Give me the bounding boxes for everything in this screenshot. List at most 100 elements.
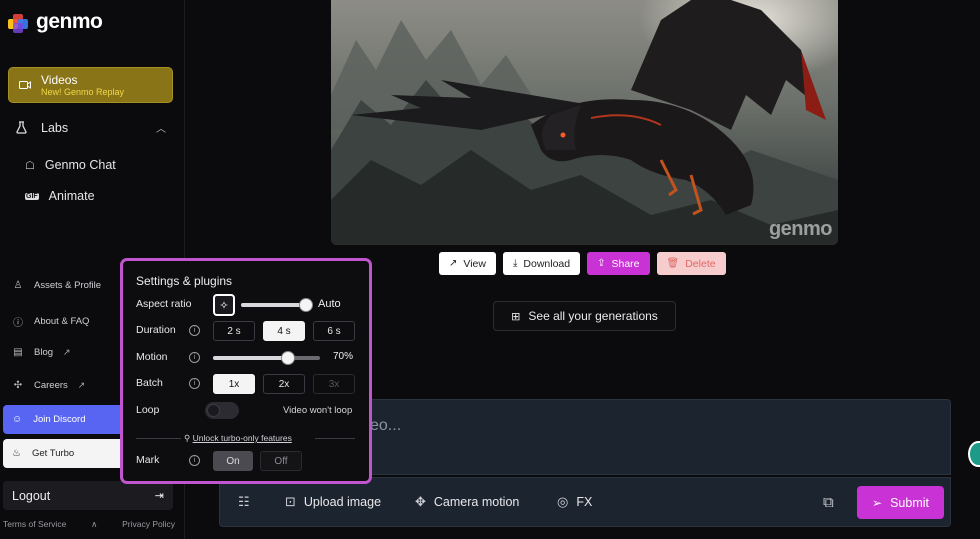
logo-mark-icon <box>8 11 30 33</box>
external-link-icon: ↗ <box>63 347 71 357</box>
blog-icon: ▤ <box>13 347 23 358</box>
share-button[interactable]: ⇪ Share <box>587 252 650 275</box>
nav-careers[interactable]: ✣ Careers ↗ <box>12 380 86 391</box>
aspect-ratio-label: Aspect ratio <box>136 298 192 310</box>
nav-videos-button[interactable]: Videos New! Genmo Replay <box>8 67 173 103</box>
submit-button[interactable]: ➢ Submit <box>857 486 944 519</box>
fx-label: FX <box>576 495 593 509</box>
motion-slider-fill <box>213 356 288 360</box>
external-link-icon: ↗ <box>449 258 458 269</box>
fx-button[interactable]: ◎ FX <box>557 494 592 510</box>
download-label: Download <box>523 257 571 270</box>
settings-toggle-button[interactable]: ☷ <box>238 494 250 510</box>
grid-icon: ⊞ <box>511 310 521 323</box>
motion-value: 70% <box>333 351 354 362</box>
nav-careers-label: Careers <box>34 380 68 391</box>
nav-genmo-chat[interactable]: ☖ Genmo Chat <box>25 158 116 172</box>
duration-option-2s[interactable]: 2 s <box>213 321 255 341</box>
help-widget-tab[interactable] <box>968 441 980 467</box>
motion-info-icon[interactable]: i <box>189 352 200 363</box>
batch-option-3x: 3x <box>313 374 355 394</box>
nav-blog-label: Blog <box>34 347 54 358</box>
download-button[interactable]: ⤓ Download <box>502 252 581 275</box>
nav-genmo-chat-label: Genmo Chat <box>44 158 116 172</box>
divider-left <box>136 438 181 439</box>
sliders-icon: ☷ <box>238 494 250 509</box>
chevron-up-icon: ︿ <box>156 124 166 135</box>
logout-icon: ⇥ <box>154 490 164 502</box>
nav-blog[interactable]: ▤ Blog ↗ <box>12 347 71 358</box>
careers-icon: ✣ <box>13 380 23 391</box>
see-all-generations-button[interactable]: ⊞ See all your generations <box>493 301 676 331</box>
camera-motion-label: Camera motion <box>433 495 520 509</box>
share-icon: ⇪ <box>597 258 606 269</box>
watermark-text: genmo <box>768 218 833 240</box>
settings-title: Settings & plugins <box>136 274 233 288</box>
loop-toggle[interactable] <box>205 402 239 419</box>
loop-label: Loop <box>136 404 160 416</box>
nav-assets-label: Assets & Profile <box>34 280 102 291</box>
view-button[interactable]: ↗ View <box>439 252 496 275</box>
logo[interactable]: genmo <box>8 10 103 34</box>
batch-info-icon[interactable]: i <box>189 378 200 389</box>
batch-option-2x[interactable]: 2x <box>263 374 305 394</box>
share-label: Share <box>611 257 640 270</box>
nav-about-label: About & FAQ <box>34 316 90 327</box>
submit-label: Submit <box>890 495 929 510</box>
batch-option-1x[interactable]: 1x <box>213 374 255 394</box>
privacy-link[interactable]: Privacy Policy <box>122 519 175 530</box>
duration-info-icon[interactable]: i <box>189 325 200 336</box>
terms-link[interactable]: Terms of Service <box>3 519 66 530</box>
mark-info-icon[interactable]: i <box>189 455 200 466</box>
gif-icon: GIF <box>25 192 39 200</box>
duration-option-6s[interactable]: 6 s <box>313 321 355 341</box>
mark-option-off[interactable]: Off <box>260 451 302 471</box>
camera-motion-icon: ✥ <box>415 494 426 509</box>
upload-image-button[interactable]: ⊡ Upload image <box>285 494 381 510</box>
download-icon: ⤓ <box>512 258 518 269</box>
magic-wand-icon[interactable]: ✧ <box>213 294 235 316</box>
aspect-ratio-slider-knob[interactable] <box>299 298 313 312</box>
aspect-ratio-value: Auto <box>318 298 341 310</box>
mark-label: Mark <box>136 454 160 466</box>
join-discord-label: Join Discord <box>33 414 86 425</box>
nav-labs-toggle[interactable]: Labs ︿ <box>16 120 166 135</box>
send-icon: ➢ <box>872 495 883 510</box>
mark-option-on[interactable]: On <box>213 451 253 471</box>
batch-label: Batch <box>136 377 163 389</box>
motion-slider-knob[interactable] <box>280 351 295 365</box>
delete-button[interactable]: 🗑 Delete <box>656 252 726 275</box>
nav-labs-label: Labs <box>41 120 69 135</box>
dice-button[interactable]: ⧉ <box>823 494 834 511</box>
camera-motion-button[interactable]: ✥ Camera motion <box>415 494 519 510</box>
nav-animate[interactable]: GIF Animate <box>25 189 95 203</box>
get-turbo-label: Get Turbo <box>31 448 75 459</box>
generated-video-preview[interactable]: genmo <box>331 0 838 245</box>
view-label: View <box>463 257 486 270</box>
delete-label: Delete <box>685 257 716 270</box>
unlock-turbo-link[interactable]: ⚲ Unlock turbo-only features <box>181 433 295 444</box>
dice-icon: ⧉ <box>823 494 834 511</box>
duration-option-4s[interactable]: 4 s <box>263 321 305 341</box>
nav-videos-sublabel: New! Genmo Replay <box>41 86 125 97</box>
upload-image-label: Upload image <box>303 495 382 509</box>
nav-assets-profile[interactable]: ♙ Assets & Profile <box>12 280 102 291</box>
loop-toggle-knob <box>207 404 220 417</box>
nav-animate-label: Animate <box>48 189 95 203</box>
lock-icon: ⚲ <box>184 433 191 443</box>
footer-separator: ∧ <box>91 519 98 529</box>
nav-about-faq[interactable]: ⓘ About & FAQ <box>12 314 89 329</box>
fx-icon: ◎ <box>557 494 569 509</box>
unlock-turbo-label: Unlock turbo-only features <box>192 433 292 443</box>
duration-label: Duration <box>136 324 176 336</box>
prompt-placeholder: eo... <box>370 417 402 434</box>
logout-button[interactable]: Logout ⇥ <box>3 481 173 510</box>
preview-actions: ↗ View ⤓ Download ⇪ Share 🗑 Delete <box>439 252 726 275</box>
settings-panel: Settings & plugins Aspect ratio ✧ Auto D… <box>120 258 372 484</box>
chat-icon: ☖ <box>25 159 35 172</box>
see-all-label: See all your generations <box>528 309 658 323</box>
image-upload-icon: ⊡ <box>285 494 296 509</box>
video-camera-icon <box>19 81 31 89</box>
flame-icon: ♨ <box>12 448 21 459</box>
motion-label: Motion <box>136 351 168 363</box>
